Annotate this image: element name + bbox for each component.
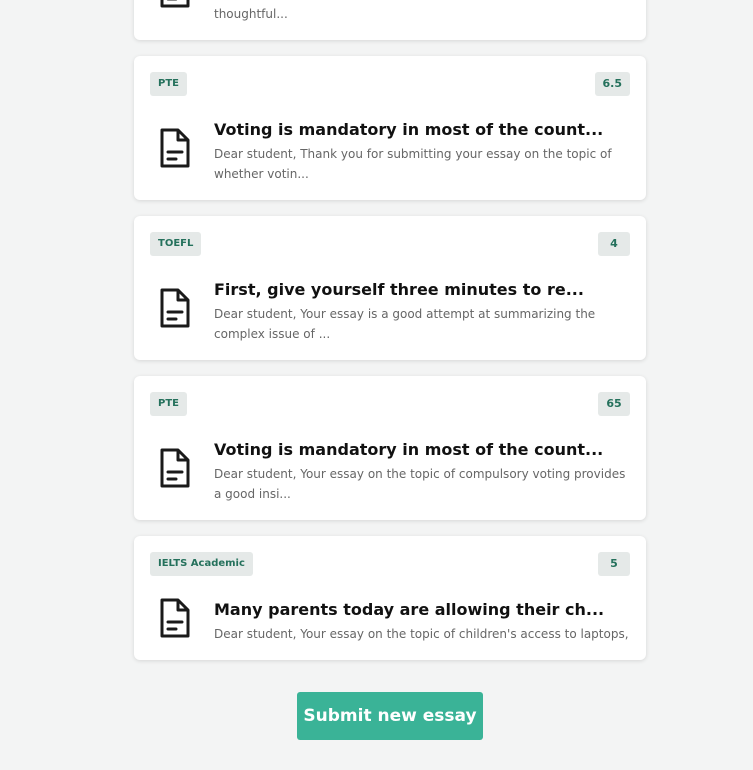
exam-badge: TOEFL — [150, 232, 202, 256]
essay-title: Voting is mandatory in most of the count… — [214, 440, 604, 459]
exam-badge: IELTS Academic — [150, 552, 253, 576]
essay-excerpt: Dear student, Your essay on the topic of… — [214, 627, 630, 641]
essay-title: Many parents today are allowing their ch… — [214, 600, 605, 619]
essay-excerpt: Dear student, Your essay is a good attem… — [214, 307, 596, 341]
exam-badge: PTE — [150, 72, 187, 96]
score-badge: 65 — [598, 392, 630, 416]
document-icon — [156, 446, 192, 490]
essay-card[interactable]: IELTS Academic 5 Many parents today are … — [134, 536, 646, 660]
essay-title: Voting is mandatory in most of the count… — [214, 120, 604, 139]
essay-card[interactable]: PTE 65 Voting is mandatory in most of th… — [134, 376, 646, 520]
essay-excerpt: thoughtful... — [214, 7, 288, 21]
score-badge: 4 — [598, 232, 630, 256]
submit-new-essay-button[interactable]: Submit new essay — [297, 692, 483, 740]
document-icon — [156, 126, 192, 170]
essay-excerpt: Dear student, Thank you for submitting y… — [214, 147, 612, 181]
essay-excerpt: Dear student, Your essay on the topic of… — [214, 467, 626, 501]
document-icon — [156, 286, 192, 330]
essay-card[interactable]: thoughtful... — [134, 0, 646, 40]
score-badge: 5 — [598, 552, 630, 576]
document-icon — [156, 596, 192, 640]
essay-list: thoughtful... PTE 6.5 Voting is mandator… — [134, 0, 646, 676]
score-badge: 6.5 — [594, 72, 630, 96]
essay-card[interactable]: TOEFL 4 First, give yourself three minut… — [134, 216, 646, 360]
essay-title: First, give yourself three minutes to re… — [214, 280, 584, 299]
essay-card[interactable]: PTE 6.5 Voting is mandatory in most of t… — [134, 56, 646, 200]
document-icon — [156, 0, 192, 10]
exam-badge: PTE — [150, 392, 187, 416]
